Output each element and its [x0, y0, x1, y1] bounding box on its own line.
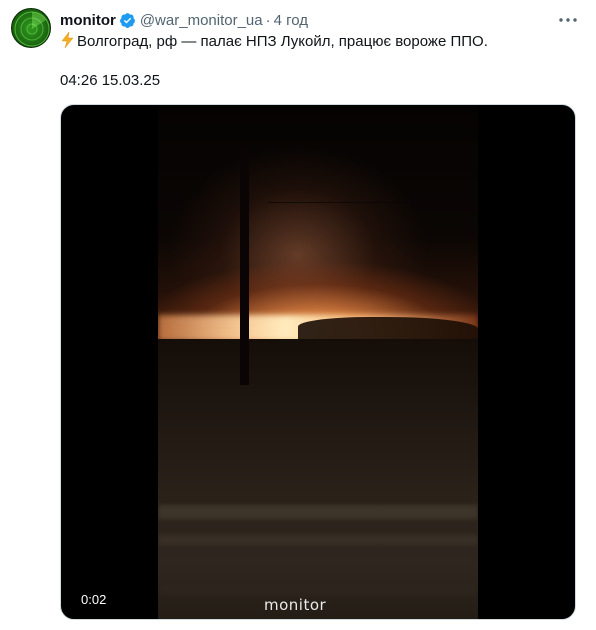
separator-dot: · [265, 11, 271, 29]
video-power-line [268, 202, 478, 203]
video-road-band [158, 583, 478, 595]
tweet-timestamp: 04:26 15.03.25 [60, 72, 161, 89]
video-frame[interactable]: monitor [158, 105, 478, 619]
video-road-band [158, 535, 478, 545]
video-ground [158, 339, 478, 619]
video-duration: 0:02 [81, 592, 107, 607]
video-sky-glow [158, 105, 478, 345]
author-name[interactable]: monitor [60, 12, 116, 29]
more-options-button[interactable] [558, 10, 578, 30]
video-watermark: monitor [264, 596, 327, 614]
video-treeline [298, 317, 478, 341]
tweet-header: monitor @war_monitor_ua · 4 год [60, 10, 308, 30]
post-time[interactable]: 4 год [274, 12, 308, 29]
tweet[interactable]: monitor @war_monitor_ua · 4 год Волгогра… [0, 0, 596, 630]
tweet-text: Волгоград, рф — палає НПЗ Лукойл, працює… [60, 31, 488, 52]
tweet-text-body: Волгоград, рф — палає НПЗ Лукойл, працює… [77, 33, 488, 50]
video-road-band [158, 505, 478, 519]
author-handle[interactable]: @war_monitor_ua [140, 12, 263, 29]
avatar[interactable] [11, 8, 51, 48]
verified-badge-icon [119, 12, 136, 29]
video-player[interactable]: monitor 0:02 [60, 104, 576, 620]
lightning-bolt-icon [60, 31, 75, 49]
video-utility-pole [240, 145, 249, 385]
more-options-icon [559, 18, 577, 22]
